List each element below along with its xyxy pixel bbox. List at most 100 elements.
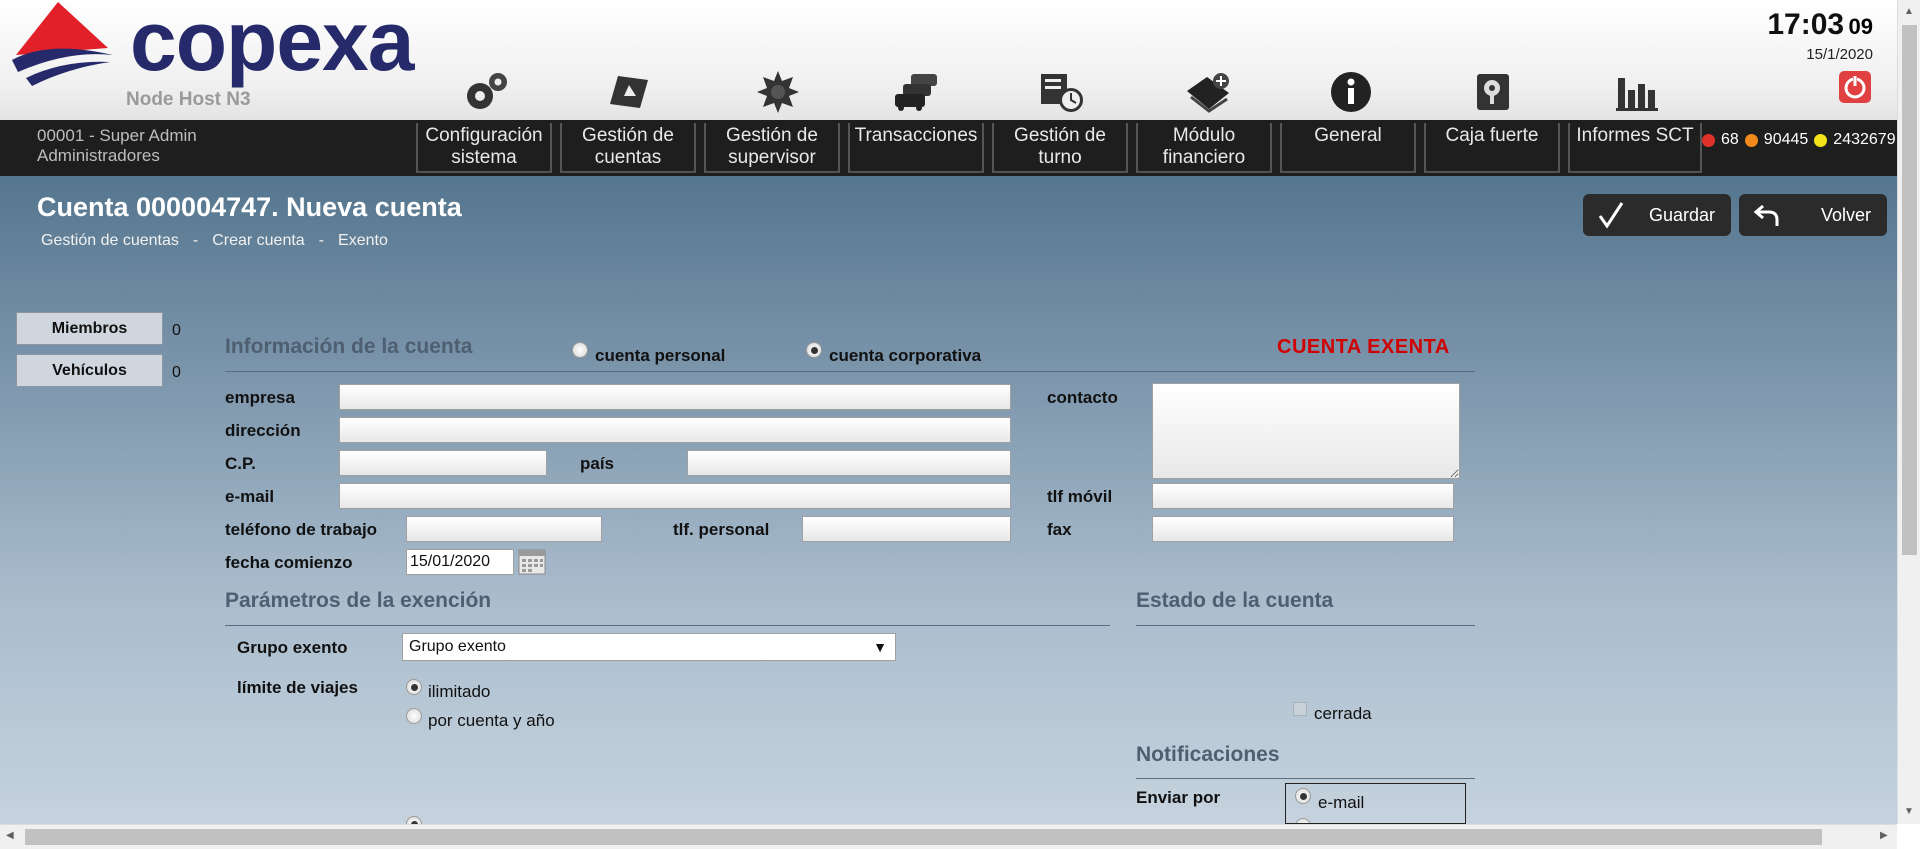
email-label: e-mail — [225, 487, 275, 506]
pais-label: país — [580, 454, 615, 473]
counter-yellow: 2432679 — [1833, 131, 1896, 148]
enviar-por-label: Enviar por — [1136, 788, 1221, 807]
tab-label: Gestión de — [1014, 125, 1106, 146]
radio-cuenta-personal[interactable] — [572, 342, 588, 358]
scroll-right-icon[interactable]: ▶ — [1880, 830, 1888, 841]
fax-label: fax — [1047, 520, 1072, 539]
account-info-title: Información de la cuenta — [225, 335, 473, 358]
limite-viajes-label: límite de viajes — [237, 678, 358, 697]
tab-label: turno — [1038, 147, 1082, 168]
tab-gestion-supervisor[interactable]: Gestión de supervisor — [704, 123, 840, 173]
sun-gear-icon[interactable] — [752, 66, 804, 118]
horizontal-scroll-thumb[interactable] — [25, 829, 1822, 845]
cerrada-checkbox[interactable] — [1293, 702, 1307, 716]
page-title: Cuenta 000004747. Nueva cuenta — [37, 192, 462, 222]
tab-label: Gestión de — [582, 125, 674, 146]
clock-seconds: 09 — [1848, 14, 1873, 39]
finance-wallet-icon[interactable] — [1182, 66, 1234, 118]
fecha-comienzo-label: fecha comienzo — [225, 553, 353, 572]
horizontal-scrollbar[interactable]: ◀ ▶ — [0, 824, 1897, 849]
tab-gestion-cuentas[interactable]: Gestión de cuentas — [560, 123, 696, 173]
save-button[interactable]: Guardar — [1583, 194, 1731, 236]
email-input[interactable] — [339, 483, 1011, 509]
radio-email-label: e-mail — [1318, 793, 1365, 812]
user-info: 00001 - Super Admin Administradores — [37, 126, 197, 166]
account-status-title: Estado de la cuenta — [1136, 589, 1334, 612]
tab-gestion-turno[interactable]: Gestión de turno — [992, 123, 1128, 173]
tab-label: financiero — [1162, 147, 1246, 168]
grupo-exento-select[interactable]: Grupo exento ▼ — [402, 633, 896, 661]
contacto-textarea[interactable] — [1152, 383, 1460, 479]
red-status-dot — [1702, 133, 1715, 147]
tab-modulo-financiero[interactable]: Módulo financiero — [1136, 123, 1272, 173]
shift-clock-icon[interactable] — [1036, 66, 1088, 118]
traffic-cars-icon[interactable] — [892, 66, 944, 118]
tab-general[interactable]: General — [1280, 123, 1416, 173]
radio-ilimitado-label: ilimitado — [428, 682, 491, 701]
copexa-logo: copexa — [8, 0, 414, 90]
chart-bars-icon[interactable] — [1611, 66, 1663, 118]
fecha-comienzo-input[interactable] — [406, 549, 514, 575]
section-divider — [225, 371, 1475, 372]
tab-caja-fuerte[interactable]: Caja fuerte — [1424, 123, 1560, 173]
scroll-up-icon[interactable]: ▲ — [1904, 6, 1914, 17]
info-icon[interactable] — [1325, 66, 1377, 118]
empresa-label: empresa — [225, 388, 295, 407]
tab-label: cuentas — [594, 147, 662, 168]
vertical-scroll-thumb[interactable] — [1902, 25, 1917, 555]
section-divider — [1136, 778, 1475, 779]
tab-configuracion-sistema[interactable]: Configuración sistema — [416, 123, 552, 173]
pais-input[interactable] — [687, 450, 1011, 476]
radio-cuenta-corporativa[interactable] — [806, 342, 822, 358]
tab-label: Informes SCT — [1576, 125, 1694, 146]
tab-label: Configuración — [425, 125, 543, 146]
account-card-icon[interactable] — [603, 66, 655, 118]
user-role: Administradores — [37, 146, 160, 165]
app-header: copexa Node Host N3 17:03 09 15/1/2020 — [0, 0, 1897, 120]
tlf-personal-label: tlf. personal — [673, 520, 770, 539]
radio-cuenta-corporativa-label: cuenta corporativa — [829, 346, 982, 365]
scroll-down-icon[interactable]: ▼ — [1904, 806, 1914, 817]
status-counters: 68 90445 2432679 — [1702, 131, 1896, 149]
radio-ilimitado[interactable] — [406, 679, 422, 695]
power-icon[interactable] — [1838, 70, 1872, 104]
cerrada-label: cerrada — [1314, 704, 1372, 723]
radio-por-cuenta-ano[interactable] — [406, 708, 422, 724]
radio-email[interactable] — [1295, 788, 1311, 804]
telefono-trabajo-input[interactable] — [406, 516, 602, 542]
safe-icon[interactable] — [1467, 66, 1519, 118]
tab-label: Caja fuerte — [1445, 125, 1539, 146]
fax-input[interactable] — [1152, 516, 1454, 542]
breadcrumb-item[interactable]: Crear cuenta — [212, 232, 305, 249]
calendar-icon[interactable] — [518, 547, 546, 575]
tab-label: Módulo — [1172, 125, 1236, 146]
tab-label: General — [1314, 125, 1382, 146]
breadcrumb: Gestión de cuentas - Crear cuenta - Exento — [41, 232, 388, 249]
tlf-personal-input[interactable] — [802, 516, 1011, 542]
counter-orange: 90445 — [1763, 131, 1809, 148]
back-button[interactable]: Volver — [1739, 194, 1887, 236]
vehiculos-button[interactable]: Vehículos — [16, 354, 163, 387]
clock-date: 15/1/2020 — [1806, 46, 1873, 63]
exempt-account-badge: CUENTA EXENTA — [1277, 336, 1450, 358]
tlf-movil-label: tlf móvil — [1047, 487, 1113, 506]
enviar-por-box: e-mail — [1285, 783, 1466, 824]
tab-label: supervisor — [728, 147, 816, 168]
tab-transacciones[interactable]: Transacciones — [848, 123, 984, 173]
direccion-input[interactable] — [339, 417, 1011, 443]
radio-por-cuenta-ano-label: por cuenta y año — [428, 711, 555, 730]
empresa-input[interactable] — [339, 384, 1011, 410]
scroll-left-icon[interactable]: ◀ — [6, 830, 14, 841]
grupo-exento-label: Grupo exento — [237, 638, 348, 657]
breadcrumb-item[interactable]: Gestión de cuentas — [41, 232, 179, 249]
contacto-label: contacto — [1047, 388, 1118, 407]
gears-icon[interactable] — [461, 66, 513, 118]
vertical-scrollbar[interactable]: ▲ ▼ — [1897, 0, 1920, 824]
miembros-button[interactable]: Miembros — [16, 312, 163, 345]
dropdown-arrow-icon: ▼ — [873, 639, 887, 655]
tab-label: Transacciones — [854, 125, 978, 146]
cp-input[interactable] — [339, 450, 547, 476]
tlf-movil-input[interactable] — [1152, 483, 1454, 509]
tab-label: Gestión de — [726, 125, 818, 146]
tab-informes-sct[interactable]: Informes SCT — [1568, 123, 1702, 173]
